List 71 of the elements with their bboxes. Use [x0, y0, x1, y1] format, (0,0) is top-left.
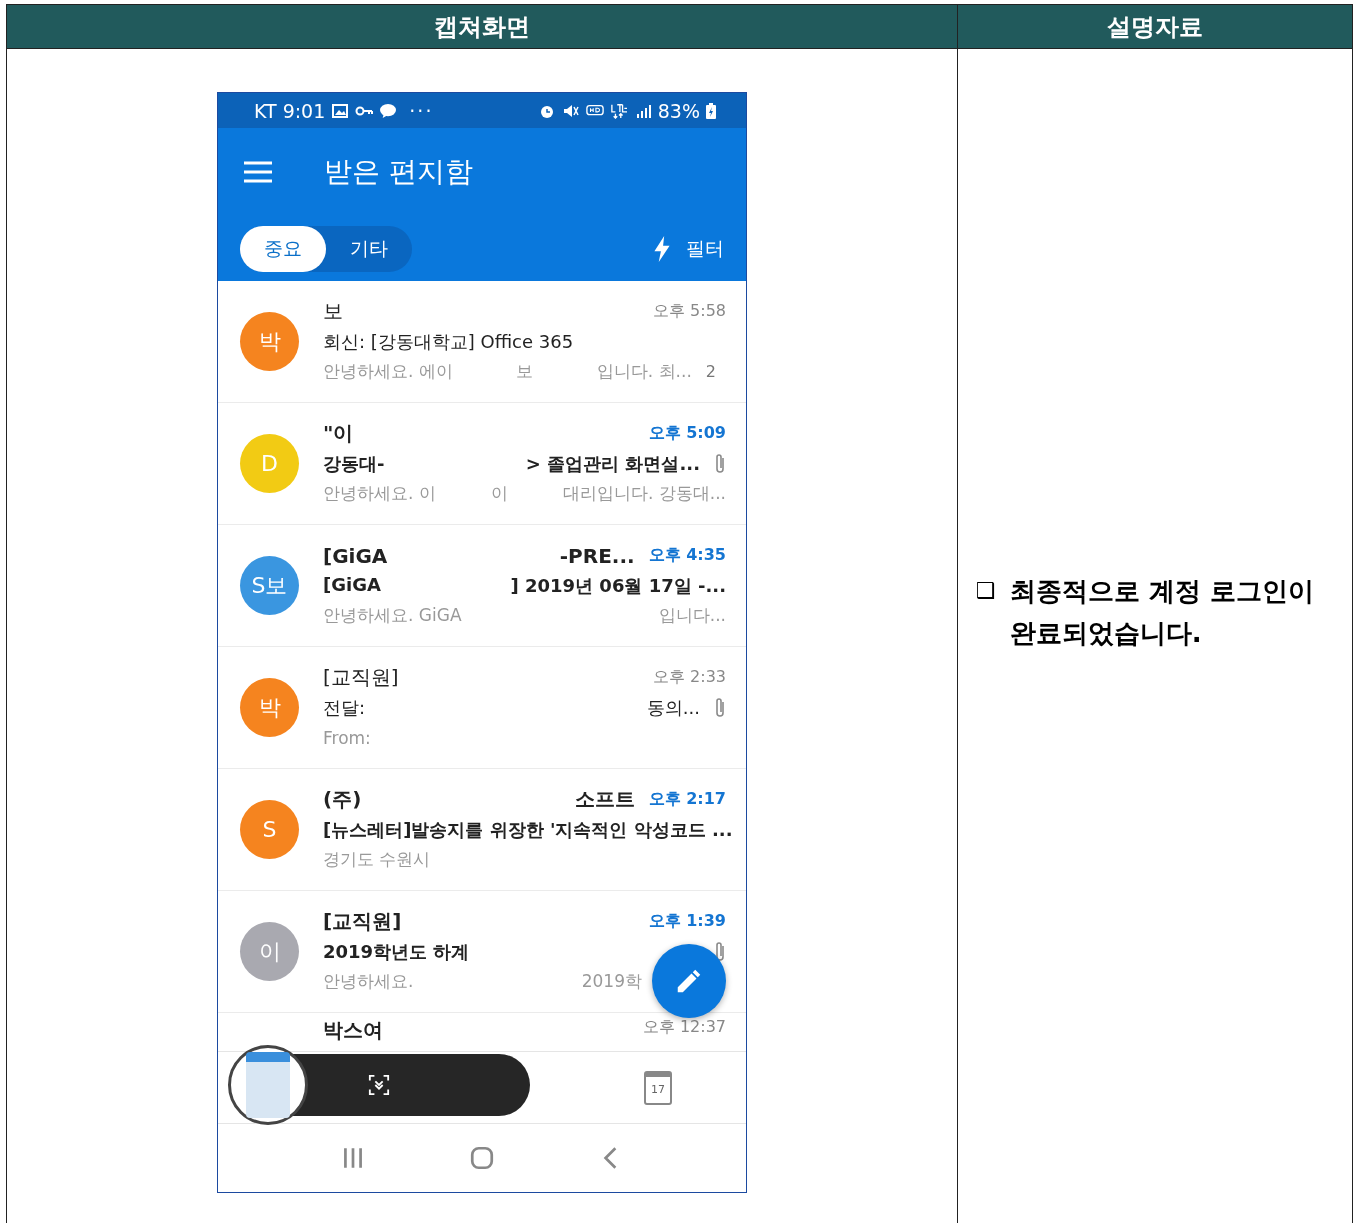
email-sender: 박스여 — [323, 1017, 383, 1044]
avatar: S보 — [240, 556, 299, 615]
email-preview: 입니다... — [658, 604, 726, 627]
email-subject: 강동대- — [323, 451, 385, 476]
inbox-tab[interactable]: 중요 — [240, 225, 326, 272]
email-preview: 안녕하세요. 에이 — [323, 360, 453, 383]
description-text: 최종적으로 계정 로그인이 완료되었습니다. — [1009, 574, 1315, 650]
email-sender: -PRE... — [559, 543, 635, 568]
email-subject: [뉴스레터]발송지를 위장한 '지속적인 악성코드 ... — [323, 817, 733, 842]
email-sender: [교직원] — [323, 664, 399, 691]
lightning-icon — [654, 235, 670, 262]
email-preview: 안녕하세요. 이 — [323, 482, 436, 505]
filter-button[interactable]: 필터 — [654, 235, 724, 262]
avatar: 박 — [240, 312, 299, 371]
avatar: 이 — [240, 922, 299, 981]
email-item[interactable]: 박 [교직원] 오후 2:33 전달: 동의... From: — [218, 647, 746, 769]
email-subject: > 졸업관리 화면설... — [525, 451, 700, 476]
email-preview: 안녕하세요. GiGA — [323, 604, 462, 627]
inbox-tab[interactable]: 기타 — [326, 225, 412, 272]
calendar-icon[interactable]: 17 — [644, 1070, 672, 1105]
bullet-mark: ❑ — [976, 576, 996, 605]
email-item[interactable]: S (주) 소프트 오후 2:17 [뉴스레터]발송지를 위장한 '지속적인 악성코드 ... 경기도 수원시 — [218, 769, 746, 891]
more-notifications: ··· — [409, 99, 434, 122]
email-subject: 2019학년도 하계 — [323, 939, 470, 964]
email-item[interactable]: 박 보 오후 5:58 회신: [강동대학교] Office 365 안녕하세요. 에이 보 입니다. 최... 2 — [218, 281, 746, 403]
email-subject: [GiGA — [323, 573, 381, 597]
column-header: 설명자료 — [958, 5, 1353, 49]
image-icon — [331, 102, 350, 119]
email-sender: [교직원] — [323, 908, 402, 935]
avatar: 박 — [240, 678, 299, 737]
email-preview: 보 — [516, 360, 534, 383]
email-preview: 경기도 수원시 — [323, 848, 431, 871]
mobile-data-icon — [609, 102, 628, 119]
home-icon[interactable] — [469, 1145, 495, 1171]
mute-icon — [561, 102, 580, 119]
email-time: 오후 1:39 — [648, 911, 726, 932]
email-item[interactable]: D "이 오후 5:09 강동대- > 졸업관리 화면설... 안녕하세요. 이 이 대리입니다. 강동대... — [218, 403, 746, 525]
email-time: 오후 2:17 — [648, 789, 726, 810]
email-sender: (주) — [323, 786, 362, 813]
email-preview: From: — [323, 727, 371, 748]
inbox-title: 받은 편지함 — [324, 154, 473, 190]
scroll-capture-icon[interactable] — [368, 1074, 390, 1096]
email-subject: 전달: — [323, 695, 366, 720]
column-header: 캡쳐화면 — [7, 5, 958, 49]
chat-bubble-icon — [379, 102, 398, 119]
thread-count: 2 — [705, 362, 716, 381]
email-preview: 이 — [490, 482, 508, 505]
battery-charging-icon — [706, 102, 716, 119]
email-time: 오후 12:37 — [642, 1017, 726, 1038]
email-sender: 보 — [323, 298, 343, 325]
email-sender: [GiGA — [323, 543, 388, 568]
email-preview: 2019학 — [581, 970, 642, 993]
email-sender: "이 — [323, 420, 354, 447]
avatar: S — [240, 800, 299, 859]
email-preview: 안녕하세요. — [323, 970, 414, 993]
battery-percent: 83% — [657, 99, 700, 122]
menu-icon[interactable] — [244, 161, 272, 183]
email-time: 오후 2:33 — [653, 667, 726, 688]
compose-button[interactable] — [652, 944, 726, 1018]
email-time: 오후 4:35 — [648, 545, 726, 566]
email-time: 오후 5:09 — [648, 423, 726, 444]
email-subject: 동의... — [646, 695, 700, 720]
email-item[interactable]: S보 [GiGA -PRE... 오후 4:35 [GiGA ] 2019년 06월 17일 -... 안녕하세요. GiGA 입니다... — [218, 525, 746, 647]
email-time: 오후 5:58 — [653, 301, 726, 322]
email-subject: 회신: [강동대학교] Office 365 — [323, 329, 574, 354]
email-subject: ] 2019년 06월 17일 -... — [510, 573, 726, 598]
email-preview: 입니다. 최... — [596, 360, 692, 383]
status-time: KT 9:01 — [254, 99, 326, 122]
email-preview: 대리입니다. 강동대... — [562, 482, 726, 505]
email-sender: 소프트 — [574, 786, 635, 813]
avatar: D — [240, 434, 299, 493]
